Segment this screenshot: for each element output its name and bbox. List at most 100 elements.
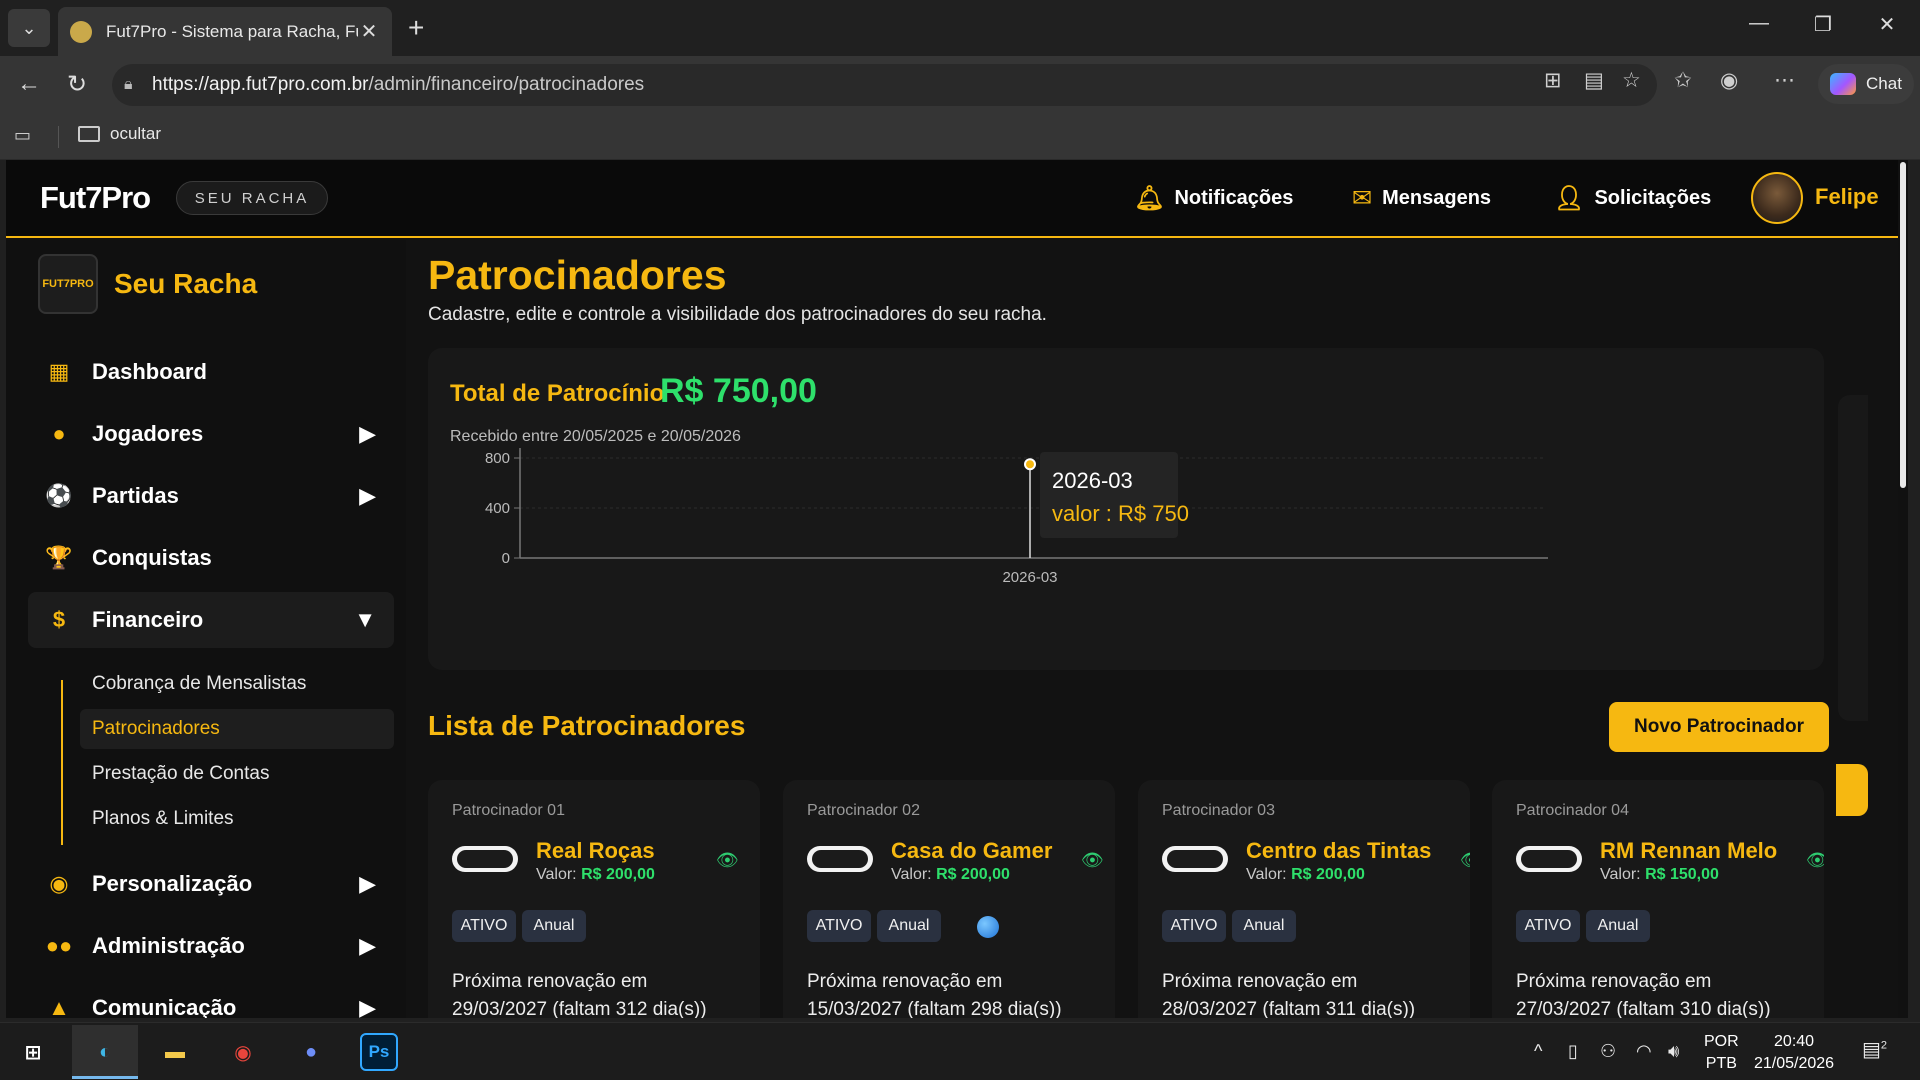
tooltip-title: 2026-03 [1052, 468, 1133, 493]
requests-link[interactable]: 👤︎ Solicitações [1554, 184, 1711, 213]
sponsor-value: Valor: R$ 200,00 [536, 866, 655, 884]
notification-center-icon[interactable]: ▤2 [1862, 1037, 1887, 1062]
chat-button[interactable]: Chat [1818, 64, 1914, 104]
divider [58, 126, 59, 148]
sponsor-list-title: Lista de Patrocinadores [428, 710, 746, 741]
sponsor-number: Patrocinador 01 [452, 802, 565, 819]
new-sponsor-button[interactable]: Novo Patrocinador [1609, 702, 1829, 752]
eye-icon[interactable]: 👁︎ [1806, 850, 1824, 871]
tab-list-button[interactable]: ⌄ [8, 9, 50, 47]
notification-count: 2 [1880, 1039, 1888, 1052]
sponsor-card[interactable]: Patrocinador 02 Casa do Gamer Valor: R$ … [783, 780, 1115, 1018]
apps-icon[interactable]: ⊞ [1544, 68, 1562, 93]
value-prefix: Valor: [1600, 866, 1641, 883]
tray-chevron-icon[interactable]: ^ [1534, 1041, 1542, 1062]
refresh-icon[interactable]: ↻ [62, 70, 92, 99]
address-bar[interactable]: 🔒︎ https://app.fut7pro.com.br/admin/fina… [112, 64, 1657, 106]
sidebar-item-jogadores[interactable]: ● Jogadores ▶ [28, 406, 394, 462]
new-tab-button[interactable]: + [408, 12, 424, 44]
windows-start-icon[interactable]: ⊞ [14, 1033, 52, 1071]
sidebar-item-personalizacao[interactable]: ◉ Personalização ▶ [28, 856, 394, 912]
lang-code: POR [1704, 1033, 1739, 1050]
edge-icon[interactable]: ◐ [86, 1033, 124, 1071]
sponsor-card[interactable]: Patrocinador 03 Centro das Tintas Valor:… [1138, 780, 1470, 1018]
sidebar-item-dashboard[interactable]: ▦ Dashboard [28, 344, 394, 400]
star-icon[interactable]: ☆ [1622, 68, 1641, 93]
value-amount: R$ 200,00 [936, 866, 1010, 883]
reading-list-icon[interactable]: ▭ [14, 125, 31, 146]
grid-icon: ▦ [48, 359, 70, 384]
total-value: R$ 750,00 [660, 372, 817, 410]
renewal-info: Próxima renovação em 28/03/2027 (faltam 3… [1162, 968, 1462, 1018]
folder-label: ocultar [110, 124, 162, 143]
file-explorer-icon[interactable]: ▬ [156, 1033, 194, 1071]
clock[interactable]: 20:40 21/05/2026 [1754, 1031, 1834, 1075]
page-scrollbar[interactable] [1898, 160, 1908, 1018]
brand-logo[interactable]: Fut7Pro [40, 180, 151, 216]
sidebar-item-comunicacao[interactable]: ▲ Comunicação ▶ [28, 980, 394, 1018]
renewal-date: 27/03/2027 (faltam 310 dia(s)) [1516, 999, 1771, 1018]
sidebar-subitem-patrocinadores[interactable]: Patrocinadores [80, 709, 394, 749]
expand-arrow-icon: ▶ [359, 871, 376, 896]
racha-pill[interactable]: SEU RACHA [176, 181, 328, 215]
sponsor-card[interactable]: Patrocinador 04 RM Rennan Melo Valor: R$… [1492, 780, 1824, 1018]
renewal-date: 15/03/2027 (faltam 298 dia(s)) [807, 999, 1062, 1018]
messages-label: Mensagens [1382, 187, 1492, 209]
bell-icon: ▲ [48, 995, 70, 1018]
url-path: /admin/financeiro/patrocinadores [368, 74, 645, 95]
minimize-icon[interactable]: — [1744, 12, 1774, 35]
messages-link[interactable]: ✉ Mensagens [1352, 184, 1491, 213]
photoshop-icon[interactable]: Ps [360, 1033, 398, 1071]
sidebar-subitem-prestacao[interactable]: Prestação de Contas [80, 754, 394, 794]
globe-icon[interactable] [977, 916, 999, 938]
sidebar-item-label: Personalização [92, 871, 253, 896]
tray-network-icon[interactable]: ⚇ [1600, 1041, 1616, 1062]
favorites-folder[interactable]: ocultar [78, 124, 161, 144]
tooltip-value: valor : R$ 750 [1052, 501, 1189, 526]
favicon-icon [70, 20, 92, 43]
volume-icon[interactable]: 🔊︎ [1668, 1041, 1679, 1062]
sidebar-item-financeiro[interactable]: $ Financeiro ▼ [28, 592, 394, 648]
sidebar-subitem-cobranca[interactable]: Cobrança de Mensalistas [80, 664, 394, 704]
chat-label: Chat [1866, 74, 1902, 93]
reader-icon[interactable]: ▤ [1584, 68, 1604, 93]
status-badge: ATIVO [807, 910, 871, 942]
notifications-link[interactable]: 🔔︎ Notificações [1134, 184, 1293, 213]
address-toolbar: ← ↻ 🔒︎ https://app.fut7pro.com.br/admin/… [0, 56, 1920, 112]
expand-arrow-icon: ▶ [359, 421, 376, 446]
app-icon[interactable]: ● [292, 1033, 330, 1071]
data-point [1024, 458, 1036, 471]
eye-icon[interactable]: 👁︎ [1081, 850, 1104, 871]
taskbar: ⊞ ◐ ▬ ◉ ● Ps ^ ▯ ⚇ ◠ 🔊︎ POR PTB 20:40 21/0… [0, 1022, 1920, 1080]
avatar[interactable] [1751, 172, 1803, 224]
renewal-label: Próxima renovação em [1162, 971, 1358, 992]
renewal-info: Próxima renovação em 29/03/2027 (faltam 3… [452, 968, 752, 1018]
back-icon[interactable]: ← [14, 70, 44, 98]
sidebar-title: Seu Racha [114, 268, 258, 299]
sidebar-item-partidas[interactable]: ⚽ Partidas ▶ [28, 468, 394, 524]
user-name[interactable]: Felipe [1815, 184, 1879, 210]
tray-device-icon[interactable]: ▯ [1568, 1041, 1578, 1062]
sidebar-item-conquistas[interactable]: 🏆 Conquistas [28, 530, 394, 586]
close-tab-icon[interactable]: ✕ [358, 19, 380, 44]
wifi-icon[interactable]: ◠ [1636, 1041, 1652, 1062]
sidebar-item-administracao[interactable]: ●● Administração ▶ [28, 918, 394, 974]
chrome-icon[interactable]: ◉ [224, 1033, 262, 1071]
sidebar-item-label: Dashboard [92, 359, 207, 384]
sponsor-card[interactable]: Patrocinador 01 Real Roças Valor: R$ 200… [428, 780, 760, 1018]
scrollbar-thumb[interactable] [1900, 162, 1906, 488]
sidebar-subitem-planos[interactable]: Planos & Limites [80, 799, 394, 839]
renewal-label: Próxima renovação em [1516, 971, 1712, 992]
eye-icon[interactable]: 👁︎ [1460, 850, 1470, 871]
eye-icon[interactable]: 👁︎ [716, 850, 739, 871]
side-button[interactable] [1836, 764, 1868, 816]
close-window-icon[interactable]: ✕ [1872, 12, 1902, 37]
favorites-icon[interactable]: ✩ [1674, 68, 1692, 93]
browser-tab[interactable]: Fut7Pro - Sistema para Racha, Fut7 ✕ [58, 7, 392, 56]
more-icon[interactable]: ⋯ [1774, 68, 1795, 93]
sponsor-name: Real Roças [536, 838, 655, 863]
restore-icon[interactable]: ❐ [1808, 12, 1838, 37]
notifications-label: Notificações [1174, 187, 1294, 209]
profile-icon[interactable]: ◉ [1720, 68, 1738, 93]
language-indicator[interactable]: POR PTB [1704, 1031, 1739, 1075]
